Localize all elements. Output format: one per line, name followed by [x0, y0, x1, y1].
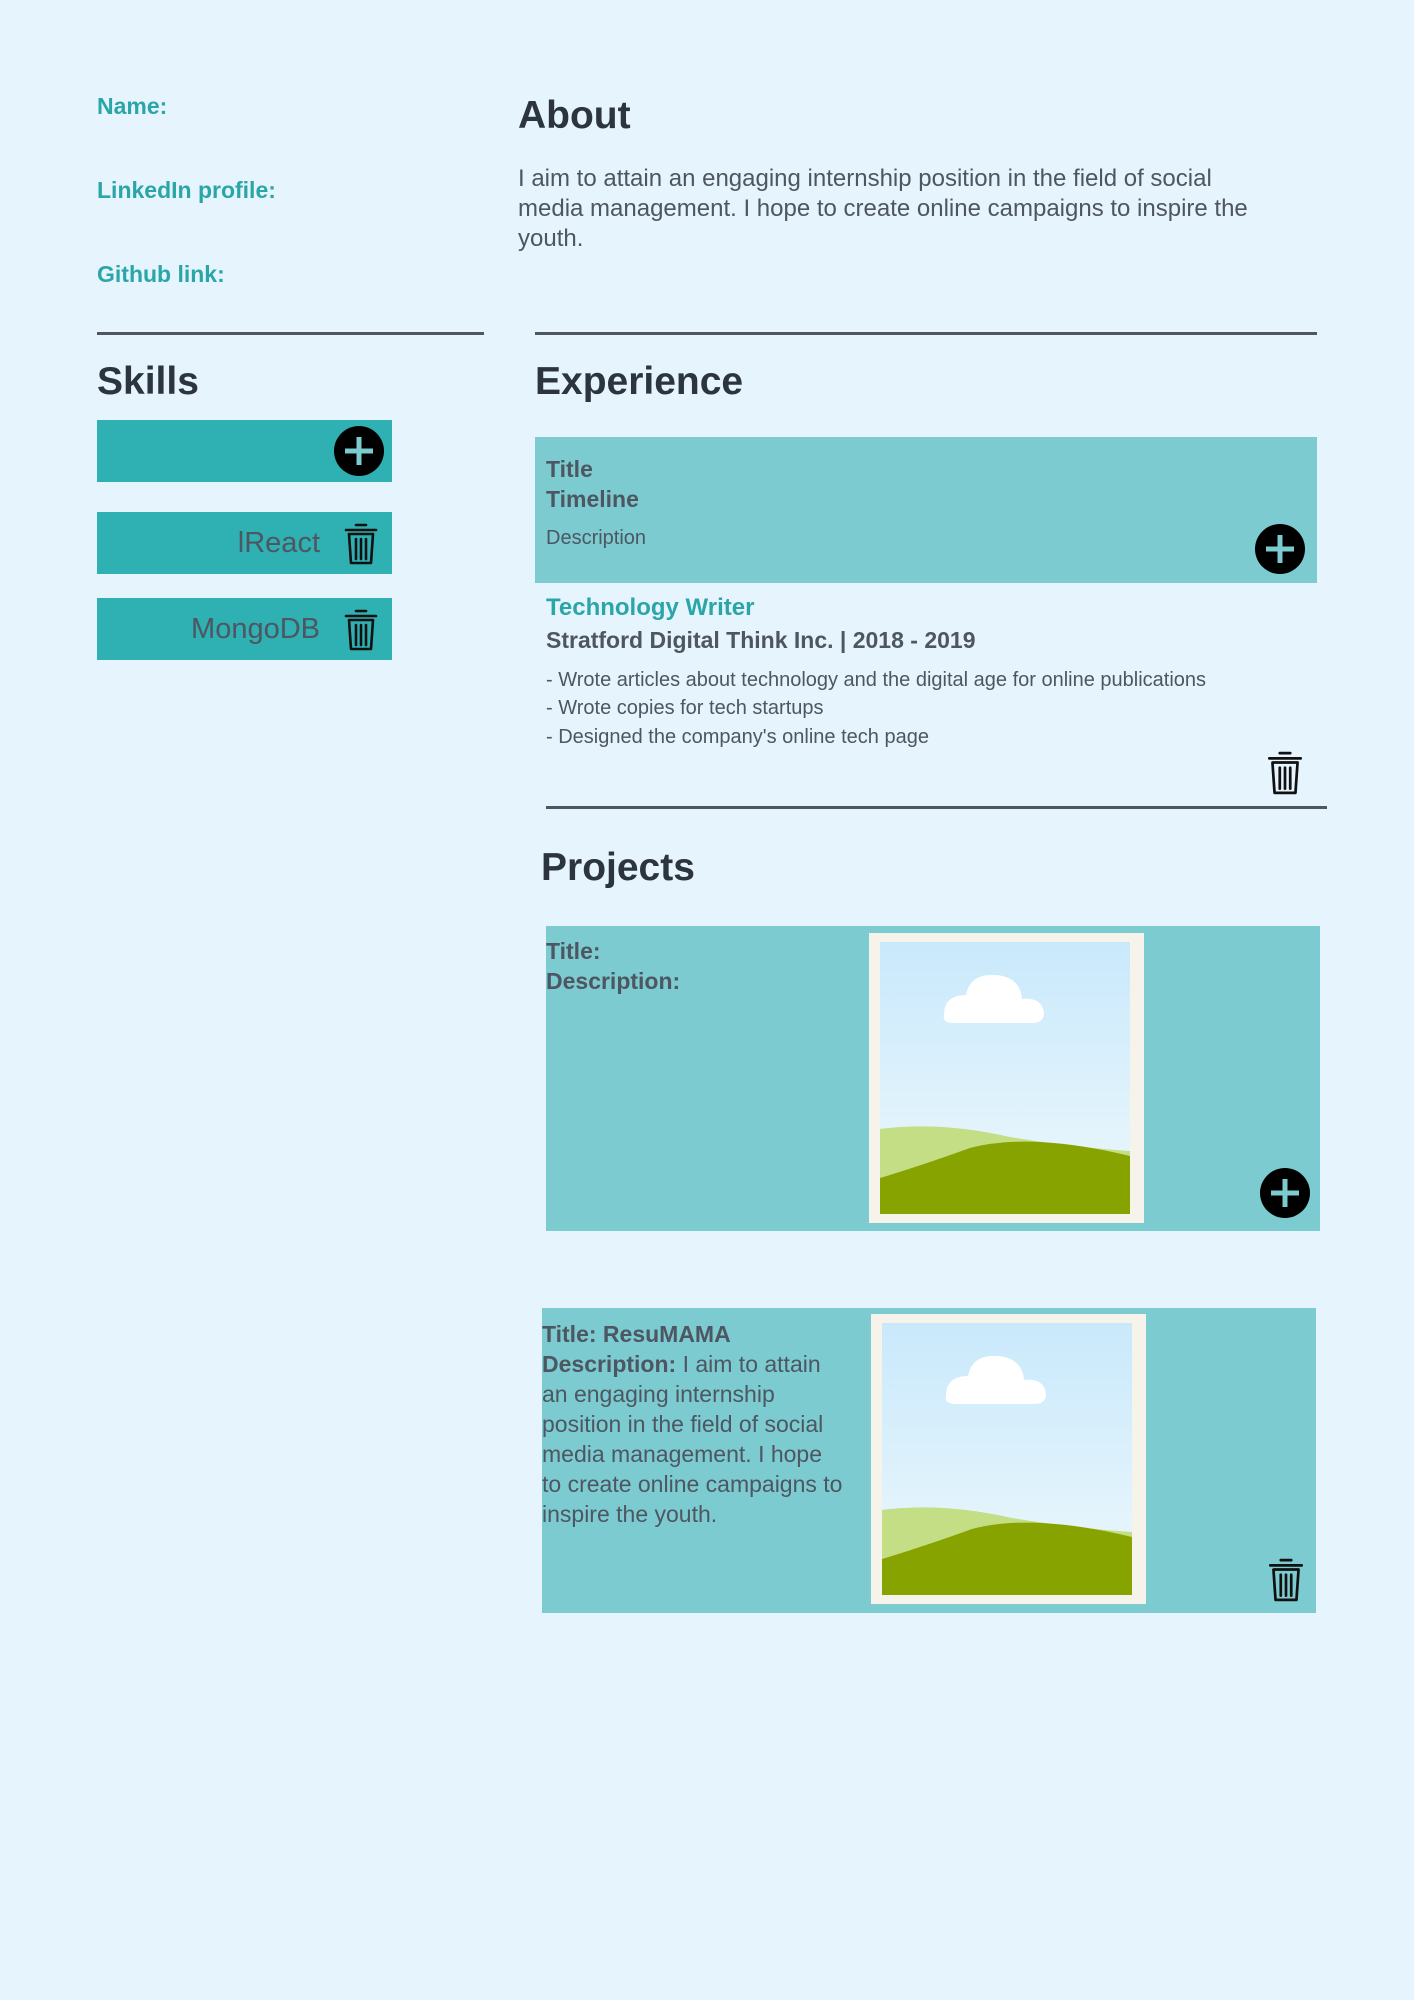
about-text: I aim to attain an engaging internship p…	[518, 165, 1248, 252]
trash-icon	[1268, 1558, 1304, 1602]
project-title-field[interactable]: Title:	[546, 936, 601, 966]
experience-entry-bullet: - Designed the company's online tech pag…	[546, 726, 929, 748]
project-entry-description-label: Description:	[542, 1351, 677, 1377]
experience-description-field[interactable]: Description	[546, 527, 646, 550]
new-skill-input[interactable]	[97, 420, 392, 482]
experience-form: Title Timeline Description	[535, 437, 1317, 583]
project-entry-description: Description: I aim to attain an engaging…	[542, 1349, 847, 1529]
linkedin-label: LinkedIn profile:	[97, 177, 276, 203]
experience-entry-title: Technology Writer	[546, 594, 755, 621]
image-placeholder-icon	[871, 1314, 1146, 1604]
delete-experience-button[interactable]	[1260, 748, 1310, 798]
skill-item: MongoDB	[97, 598, 392, 660]
skills-heading: Skills	[97, 360, 199, 403]
trash-icon	[1267, 751, 1303, 795]
project-entry-description-text: I aim to attain an engaging internship p…	[542, 1351, 843, 1527]
experience-heading: Experience	[535, 360, 744, 403]
projects-heading: Projects	[541, 846, 695, 889]
skill-item-label: lReact	[237, 526, 320, 559]
add-experience-button[interactable]	[1255, 524, 1305, 574]
skill-item-label: MongoDB	[191, 612, 320, 645]
github-label: Github link:	[97, 261, 225, 287]
project-entry-title: Title: ResuMAMA	[542, 1321, 731, 1347]
project-entry-image	[871, 1314, 1146, 1604]
experience-entry: Technology Writer Stratford Digital Thin…	[535, 594, 1335, 795]
name-label: Name:	[97, 93, 168, 119]
project-form: Title: Description:	[546, 926, 1320, 1231]
skills-divider	[97, 332, 484, 335]
experience-entry-bullet: - Wrote copies for tech startups	[546, 697, 824, 719]
trash-icon	[344, 523, 378, 565]
delete-skill-button[interactable]	[336, 519, 386, 569]
project-entry: Title: ResuMAMA Description: I aim to at…	[542, 1308, 1316, 1613]
skill-item: lReact	[97, 512, 392, 574]
plus-circle-icon	[345, 437, 373, 465]
add-project-button[interactable]	[1260, 1168, 1310, 1218]
experience-divider	[535, 332, 1317, 335]
plus-circle-icon	[1271, 1179, 1299, 1207]
experience-entry-bullet: - Wrote articles about technology and th…	[546, 669, 1207, 691]
image-placeholder-icon	[869, 933, 1144, 1223]
about-heading: About	[518, 94, 631, 137]
experience-timeline-field[interactable]: Timeline	[546, 484, 639, 514]
trash-icon	[344, 609, 378, 651]
delete-project-button[interactable]	[1261, 1555, 1311, 1605]
project-image-upload[interactable]	[869, 933, 1144, 1223]
add-skill-button[interactable]	[334, 426, 384, 476]
experience-entry-company: Stratford Digital Think Inc. | 2018 - 20…	[546, 627, 976, 653]
experience-title-field[interactable]: Title	[546, 454, 593, 484]
delete-skill-button[interactable]	[336, 605, 386, 655]
project-description-field[interactable]: Description:	[546, 966, 680, 996]
plus-circle-icon	[1266, 535, 1294, 563]
projects-divider	[546, 806, 1327, 809]
project-entry-text: Title: ResuMAMA Description: I aim to at…	[542, 1319, 847, 1529]
